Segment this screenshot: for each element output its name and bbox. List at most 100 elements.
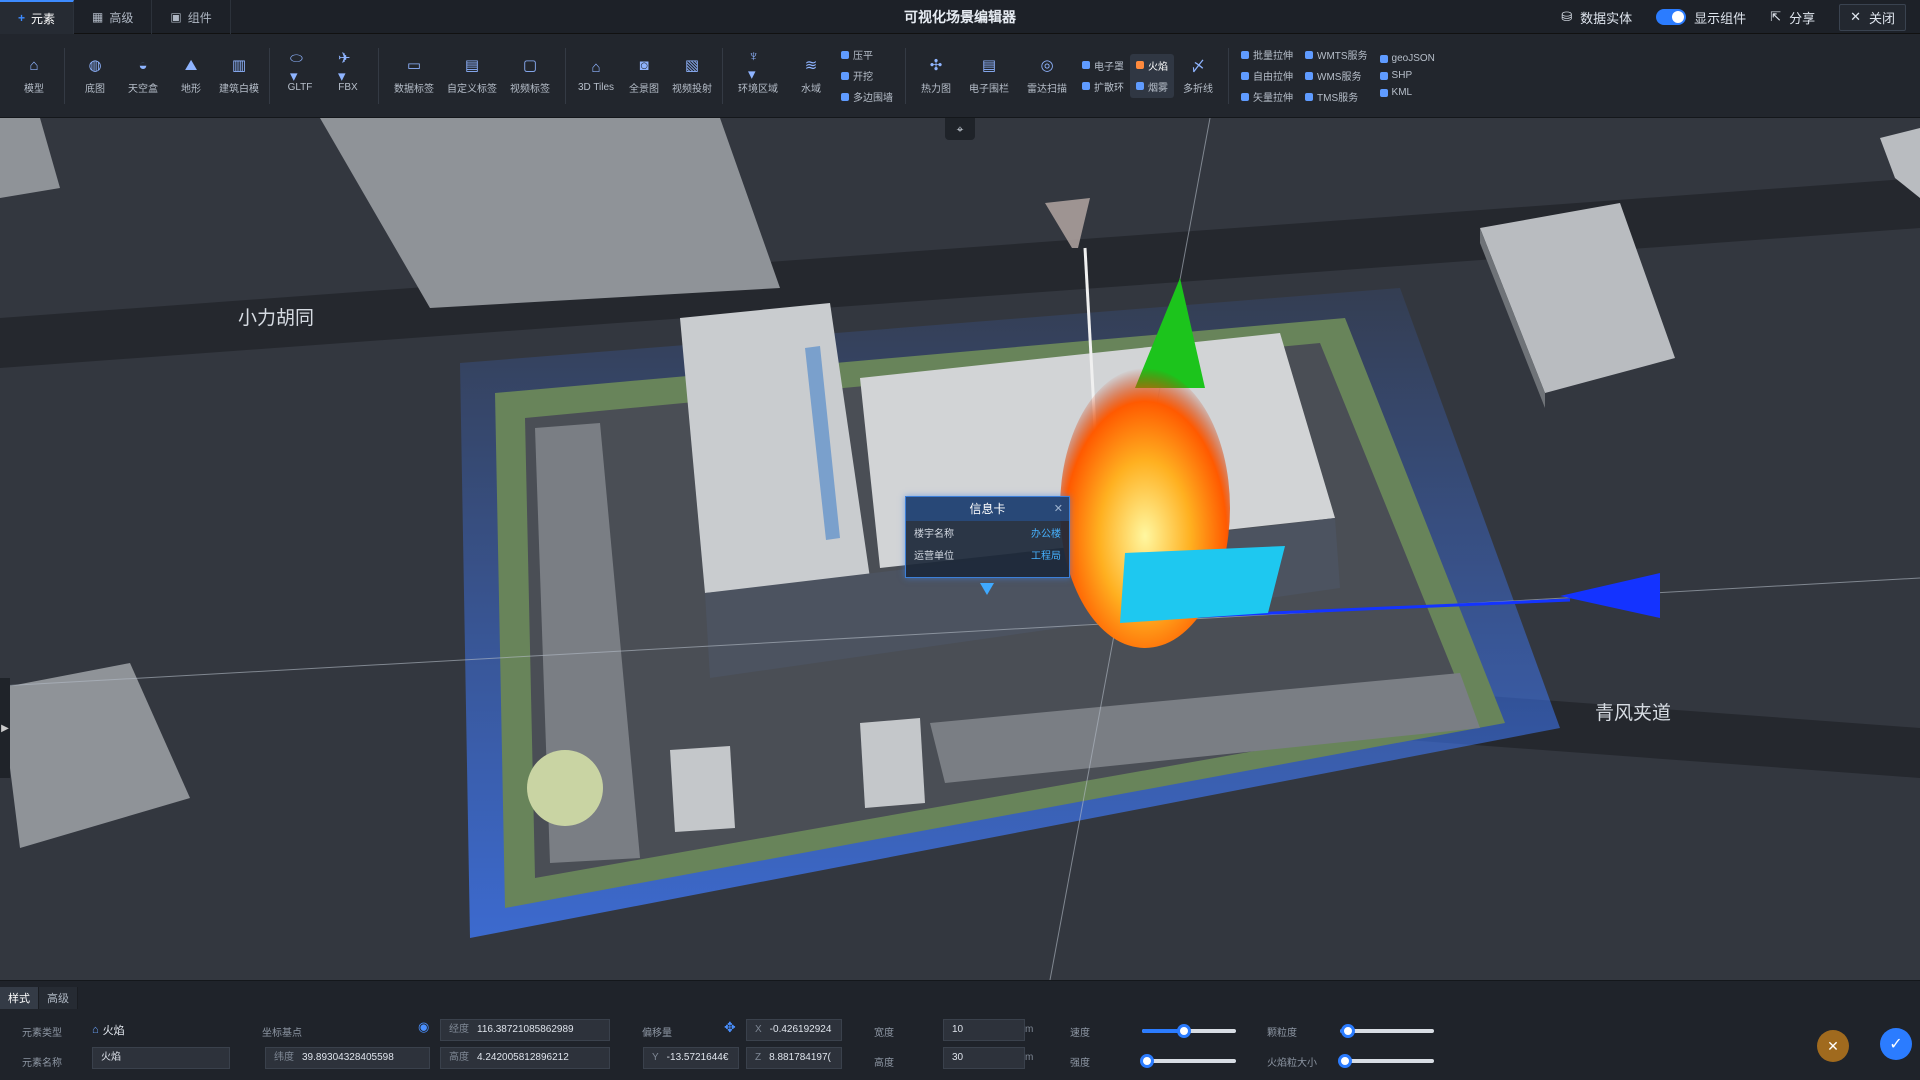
toggle-switch[interactable] <box>1656 9 1687 25</box>
strength-slider[interactable] <box>1139 1054 1236 1068</box>
slider-knob[interactable] <box>1177 1024 1192 1038</box>
globe-icon: ◍ <box>88 57 102 74</box>
confirm-button[interactable]: ✓ <box>1880 1028 1912 1060</box>
road-label: 青风夹道 <box>1595 703 1672 724</box>
tool-data-label[interactable]: ▭ 数据标签 <box>385 56 443 95</box>
x-offset-field[interactable]: X -0.426192924 <box>746 1019 842 1041</box>
close-button[interactable]: ✕ 关闭 <box>1839 3 1906 31</box>
tool-white-model[interactable]: ▥ 建筑白模 <box>215 56 263 95</box>
tab-label: 组件 <box>187 10 212 25</box>
longitude-label: 经度 <box>449 1024 469 1035</box>
slider-knob[interactable] <box>1337 1054 1352 1068</box>
share-button[interactable]: ⇱ 分享 <box>1770 8 1815 27</box>
toolbar: ⌂ 模型 ◍ 底图 ◒ 天空盒 ⛰ 地形 ▥ 建筑白模 ⬭ ▾ GLTF ✈ ▾ FBX ▭ 数… <box>0 34 1920 118</box>
tool-label: 全景图 <box>629 84 659 95</box>
tool-label: 建筑白模 <box>219 84 259 95</box>
close-icon[interactable]: ✕ <box>1054 497 1063 521</box>
tool-video-projection[interactable]: ▧ 视频投射 <box>668 56 716 95</box>
tool-model[interactable]: ⌂ 模型 <box>10 56 58 96</box>
move-icon[interactable]: ✥ <box>724 1019 736 1036</box>
scene-viewport[interactable]: ⌖ ▶ 小力胡同 青风夹道 信息卡 ✕ 楼宇名称 办公楼 运营单位 工程局 <box>0 118 1920 980</box>
tool-polygon-wall[interactable]: 多边围墙 <box>841 89 893 104</box>
y-offset-field[interactable]: Y -13.5721644€ <box>643 1047 739 1069</box>
tool-wms[interactable]: WMS服务 <box>1305 68 1368 83</box>
tool-water[interactable]: ≋ 水域 <box>787 56 835 95</box>
tool-free-extrude[interactable]: 自由拉伸 <box>1241 68 1293 83</box>
height-value: 4.242005812896212 <box>477 1052 569 1063</box>
tool-gltf[interactable]: ⬭ ▾ GLTF <box>276 50 324 94</box>
tool-column-formats: geoJSON SHP KML <box>1374 53 1441 98</box>
fire-icon: ⌂ <box>92 1024 99 1036</box>
tool-tms[interactable]: TMS服务 <box>1305 89 1368 104</box>
tool-skybox[interactable]: ◒ 天空盒 <box>119 56 167 96</box>
element-name-input[interactable]: 火焰 <box>92 1047 230 1069</box>
tool-ripple[interactable]: 扩散环 <box>1082 79 1124 94</box>
tab-style[interactable]: 样式 <box>0 987 39 1009</box>
info-value: 办公楼 <box>1031 528 1061 540</box>
properties-panel: 样式 高级 元素类型 ⌂ 火焰 元素名称 火焰 坐标基点 ◉ 纬度 39.8930… <box>0 980 1920 1080</box>
data-entity-button[interactable]: ⛁ 数据实体 <box>1561 8 1632 27</box>
vector-extrude-icon <box>1241 92 1249 101</box>
tool-environment[interactable]: ♆ ▾ 环境区域 <box>729 48 787 96</box>
height-field[interactable]: 高度 4.242005812896212 <box>440 1047 610 1069</box>
cancel-button[interactable]: ✕ <box>1817 1030 1849 1062</box>
tool-batch-extrude[interactable]: 批量拉伸 <box>1241 47 1293 62</box>
gatehouse <box>670 746 735 832</box>
latitude-value: 39.89304328405598 <box>302 1052 394 1063</box>
video-projection-icon: ▧ <box>684 57 700 74</box>
tool-custom-label[interactable]: ▤ 自定义标签 <box>443 56 501 95</box>
flame-size-slider[interactable] <box>1337 1054 1434 1068</box>
tool-dome[interactable]: 电子罩 <box>1082 58 1124 73</box>
tool-3d-tiles[interactable]: ⌂ 3D Tiles <box>572 58 620 94</box>
speed-slider[interactable] <box>1142 1024 1236 1038</box>
tool-geojson[interactable]: geoJSON <box>1379 53 1435 64</box>
info-card[interactable]: 信息卡 ✕ 楼宇名称 办公楼 运营单位 工程局 <box>905 496 1070 578</box>
close-icon: ✕ <box>1827 1037 1839 1054</box>
latitude-field[interactable]: 纬度 39.89304328405598 <box>265 1047 430 1069</box>
tab-components[interactable]: ▣ 组件 <box>152 0 231 34</box>
height2-unit: m <box>1025 1052 1034 1063</box>
tool-fbx[interactable]: ✈ ▾ FBX <box>324 50 372 93</box>
tool-video-label[interactable]: ▢ 视频标签 <box>501 56 559 95</box>
longitude-field[interactable]: 经度 116.38721085862989 <box>440 1019 610 1041</box>
tool-smoke[interactable]: 烟雾 <box>1136 79 1168 94</box>
height2-input[interactable]: 30 <box>943 1047 1025 1069</box>
side-panel-handle[interactable]: ▶ <box>0 678 10 778</box>
slider-knob[interactable] <box>1340 1024 1355 1038</box>
tool-excavate[interactable]: 开挖 <box>841 68 893 83</box>
granularity-slider[interactable] <box>1340 1024 1434 1038</box>
tool-panorama[interactable]: ◙ 全景图 <box>620 56 668 96</box>
tab-elements[interactable]: + 元素 <box>0 0 75 34</box>
y-value: -13.5721644€ <box>666 1052 729 1063</box>
tab-advanced-props[interactable]: 高级 <box>39 987 78 1009</box>
tool-flatten[interactable]: 压平 <box>841 47 893 62</box>
element-type-label: 元素类型 <box>22 1028 62 1039</box>
tool-fire[interactable]: 火焰 <box>1136 58 1168 73</box>
building-block <box>0 663 190 848</box>
show-component-toggle[interactable]: 显示组件 <box>1656 8 1746 27</box>
tool-kml[interactable]: KML <box>1379 87 1435 98</box>
tool-polyline[interactable]: 〆多折线 <box>1174 56 1222 96</box>
width-unit: m <box>1025 1024 1034 1035</box>
tool-shp[interactable]: SHP <box>1379 70 1435 81</box>
tool-vector-extrude[interactable]: 矢量拉伸 <box>1241 89 1293 104</box>
tool-label: 开挖 <box>853 72 873 83</box>
tool-terrain[interactable]: ⛰ 地形 <box>167 56 215 96</box>
tool-label: FBX <box>338 82 358 93</box>
smoke-icon <box>1136 82 1144 90</box>
tool-label: 电子罩 <box>1094 61 1124 73</box>
tool-basemap[interactable]: ◍ 底图 <box>71 56 119 95</box>
tool-heatmap[interactable]: ✣ 热力图 <box>912 56 960 95</box>
z-offset-field[interactable]: Z 8.881784197( <box>746 1047 842 1069</box>
camera-reset-icon[interactable]: ⌖ <box>945 118 975 140</box>
width-input[interactable]: 10 <box>943 1019 1025 1041</box>
z-value: 8.881784197( <box>769 1052 831 1063</box>
tool-radar[interactable]: ◎ 雷达扫描 <box>1018 56 1076 95</box>
tool-wmts[interactable]: WMTS服务 <box>1305 47 1368 62</box>
location-pick-icon[interactable]: ◉ <box>418 1019 429 1035</box>
tool-fence[interactable]: ▤ 电子围栏 <box>960 56 1018 95</box>
tab-advanced[interactable]: ▦ 高级 <box>74 0 153 34</box>
z-label: Z <box>755 1052 762 1063</box>
slider-knob[interactable] <box>1139 1054 1154 1068</box>
width-label: 宽度 <box>874 1028 894 1039</box>
